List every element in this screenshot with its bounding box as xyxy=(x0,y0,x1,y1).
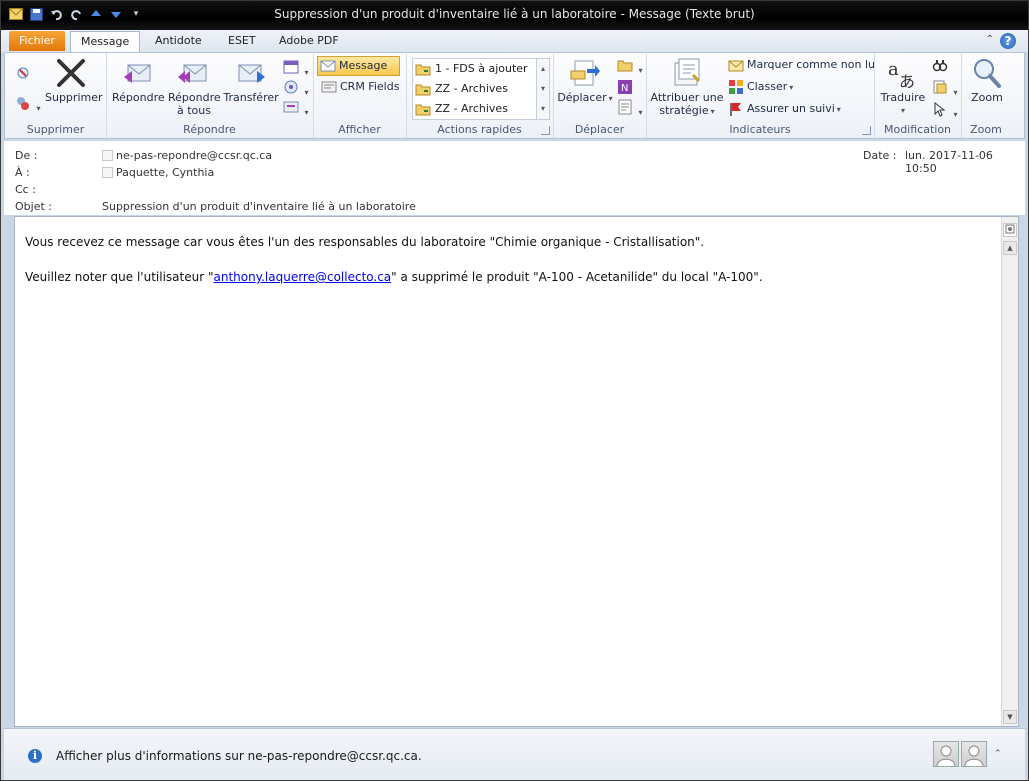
message-window: ▾ Suppression d'un produit d'inventaire … xyxy=(0,0,1029,781)
subject-label: Objet : xyxy=(15,200,52,213)
title-bar: ▾ Suppression d'un produit d'inventaire … xyxy=(1,1,1028,30)
assign-policy-button[interactable]: Attribuer une stratégie xyxy=(650,57,724,118)
window-title: Suppression d'un produit d'inventaire li… xyxy=(274,7,755,21)
from-value[interactable]: ne-pas-repondre@ccsr.qc.ca xyxy=(102,149,272,162)
to-value[interactable]: Paquette, Cynthia xyxy=(102,166,214,179)
group-indicateurs: Attribuer une stratégie Marquer comme no… xyxy=(646,53,875,138)
quick-step-item[interactable]: ZZ - Archives xyxy=(415,100,508,118)
from-label: De : xyxy=(15,149,38,162)
help-icon[interactable]: ? xyxy=(1000,33,1016,49)
ignore-icon[interactable] xyxy=(15,65,31,81)
view-options-icon[interactable] xyxy=(1003,223,1017,237)
user-email-link[interactable]: anthony.laquerre@collecto.ca xyxy=(213,270,391,284)
reply-button[interactable]: Répondre xyxy=(112,57,165,104)
svg-text:あ: あ xyxy=(899,72,915,89)
crm-fields-button[interactable]: CRM Fields xyxy=(321,78,399,96)
to-label: À : xyxy=(15,166,30,179)
group-deplacer: Déplacer N Déplacer xyxy=(553,53,647,138)
unread-envelope-icon xyxy=(728,57,744,73)
quick-step-folder-icon xyxy=(415,81,431,97)
svg-text:N: N xyxy=(621,83,628,94)
related-icon[interactable] xyxy=(932,79,958,95)
reply-all-button[interactable]: Répondre à tous xyxy=(168,57,221,117)
categorize-icon xyxy=(728,79,744,95)
translate-icon: aあ xyxy=(887,57,919,91)
message-body[interactable]: Vous recevez ce message car vous êtes l'… xyxy=(14,216,1019,727)
zoom-button[interactable]: Zoom xyxy=(965,57,1009,104)
tab-antidote[interactable]: Antidote xyxy=(145,31,212,51)
group-repondre: Répondre Répondre à tous Transférer ▾ ▾ … xyxy=(106,53,314,138)
quick-step-item[interactable]: 1 - FDS à ajouter xyxy=(415,60,528,78)
people-pane-bar: i Afficher plus d'informations sur ne-pa… xyxy=(4,728,1025,780)
avatar[interactable] xyxy=(933,741,959,767)
crm-icon xyxy=(321,79,337,95)
quick-step-item[interactable]: ZZ - Archives xyxy=(415,80,508,98)
categorize-button[interactable]: Classer xyxy=(728,78,793,96)
tab-eset[interactable]: ESET xyxy=(218,31,266,51)
meeting-icon[interactable] xyxy=(283,59,309,75)
onenote-icon[interactable]: N xyxy=(617,79,633,95)
cc-label: Cc : xyxy=(15,183,36,196)
tab-adobe-pdf[interactable]: Adobe PDF xyxy=(269,31,349,51)
translate-button[interactable]: aあ Traduire ▾ xyxy=(878,57,928,117)
date-label: Date : xyxy=(863,149,897,162)
find-icon[interactable] xyxy=(932,57,948,73)
group-modification: aあ Traduire ▾ Modification xyxy=(874,53,962,138)
body-line-2: Veuillez noter que l'utilisateur "anthon… xyxy=(25,270,763,284)
vertical-scrollbar[interactable]: ▲ ▼ xyxy=(1001,217,1018,726)
group-supprimer: Supprimer Supprimer xyxy=(5,53,107,138)
date-value: lun. 2017-11-06 10:50 xyxy=(905,149,993,175)
policy-icon xyxy=(671,57,703,89)
minimize-ribbon-icon[interactable]: ⌃ xyxy=(986,34,994,45)
mark-unread-button[interactable]: Marquer comme non lu xyxy=(728,56,875,74)
group-actions-rapides: 1 - FDS à ajouter ZZ - Archives ZZ - Arc… xyxy=(406,53,554,138)
info-icon: i xyxy=(28,749,42,763)
subject-value: Suppression d'un produit d'inventaire li… xyxy=(102,200,416,213)
body-line-1: Vous recevez ce message car vous êtes l'… xyxy=(25,235,705,249)
tab-file[interactable]: Fichier xyxy=(9,31,65,51)
move-button[interactable]: Déplacer xyxy=(557,57,613,105)
actions-icon[interactable] xyxy=(617,99,643,115)
presence-icon xyxy=(102,167,113,178)
quick-steps-scrollbar[interactable]: ▴ ▾ ▾ xyxy=(536,59,549,119)
group-zoom: Zoom Zoom xyxy=(961,53,1011,138)
ribbon-tabs: Fichier Message Antidote ESET Adobe PDF … xyxy=(1,30,1028,53)
ribbon: Supprimer Supprimer Répondre Répondre à … xyxy=(4,52,1025,139)
reply-icon xyxy=(122,57,154,89)
magnifier-icon xyxy=(971,57,1003,89)
message-header: De : ne-pas-repondre@ccsr.qc.ca À : Paqu… xyxy=(4,141,1025,215)
select-icon[interactable] xyxy=(932,101,958,117)
tab-message[interactable]: Message xyxy=(70,31,141,53)
follow-up-button[interactable]: Assurer un suivi xyxy=(728,100,841,118)
scroll-up-icon[interactable]: ▲ xyxy=(1003,241,1017,255)
avatar[interactable] xyxy=(961,741,987,767)
delete-x-icon xyxy=(55,57,87,89)
quick-step-folder-icon xyxy=(415,61,431,77)
people-info-link[interactable]: Afficher plus d'informations sur ne-pas-… xyxy=(56,749,422,763)
message-text: Vous recevez ce message car vous êtes l'… xyxy=(25,235,763,305)
group-afficher: Message CRM Fields Afficher xyxy=(313,53,407,138)
flag-icon xyxy=(728,101,744,117)
reply-all-icon xyxy=(178,57,210,89)
envelope-icon xyxy=(320,58,336,74)
im-reply-icon[interactable] xyxy=(283,79,309,95)
rules-icon[interactable] xyxy=(617,57,643,73)
forward-button[interactable]: Transférer xyxy=(223,57,279,104)
junk-icon[interactable] xyxy=(15,95,41,111)
delete-button[interactable]: Supprimer xyxy=(45,57,103,104)
svg-text:a: a xyxy=(888,59,899,80)
forward-icon xyxy=(235,57,267,89)
presence-icon xyxy=(102,150,113,161)
message-view-button[interactable]: Message xyxy=(317,56,400,76)
move-folder-icon xyxy=(569,57,601,89)
quick-steps-gallery: 1 - FDS à ajouter ZZ - Archives ZZ - Arc… xyxy=(412,58,550,120)
scroll-down-icon[interactable]: ▼ xyxy=(1003,710,1017,724)
more-respond-icon[interactable] xyxy=(283,99,309,115)
expand-people-pane-icon[interactable]: ⌃ xyxy=(994,749,1002,759)
quick-step-folder-icon xyxy=(415,101,431,117)
